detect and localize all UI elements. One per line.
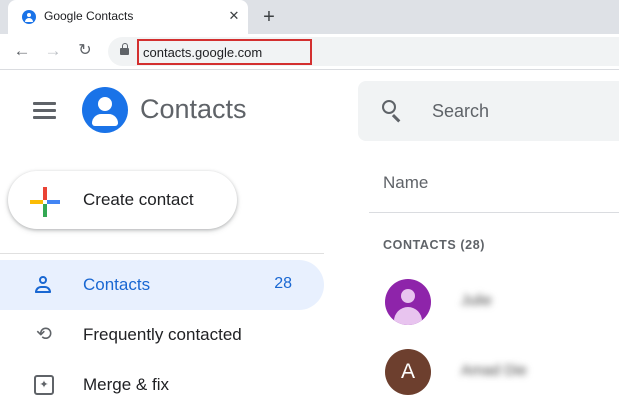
browser-toolbar: ← → ↻ contacts.google.com	[0, 34, 619, 70]
sidebar-item-label: Frequently contacted	[83, 325, 242, 344]
browser-tab[interactable]: Google Contacts ✕	[8, 0, 248, 34]
search-bar[interactable]	[358, 81, 619, 141]
browser-tab-strip: Google Contacts ✕ +	[0, 0, 619, 34]
avatar: A	[385, 349, 431, 395]
sidebar-item-label: Merge & fix	[83, 375, 169, 394]
create-contact-label: Create contact	[83, 190, 194, 209]
sidebar-item-contacts[interactable]: Contacts 28	[0, 260, 324, 310]
contacts-favicon-icon	[22, 10, 36, 24]
lock-icon[interactable]	[120, 43, 129, 55]
address-bar[interactable]: contacts.google.com	[108, 37, 619, 66]
search-input[interactable]	[432, 99, 612, 123]
reload-icon[interactable]: ↻	[73, 39, 97, 63]
merge-fix-icon	[34, 375, 54, 395]
tab-title: Google Contacts	[44, 9, 134, 23]
person-icon	[34, 275, 54, 295]
plus-icon	[30, 187, 60, 217]
back-arrow-icon[interactable]: ←	[10, 39, 34, 63]
contacts-logo-icon	[82, 87, 128, 133]
sidebar-divider	[0, 253, 324, 254]
sidebar-item-frequently-contacted[interactable]: ⟲ Frequently contacted	[0, 310, 324, 360]
avatar	[385, 279, 431, 325]
url-text[interactable]: contacts.google.com	[143, 45, 262, 60]
new-tab-button[interactable]: +	[257, 5, 281, 29]
app-title: Contacts	[140, 94, 247, 124]
search-icon[interactable]	[382, 100, 404, 122]
forward-arrow-icon[interactable]: →	[41, 39, 65, 63]
contact-name: Amad Die	[461, 362, 527, 379]
close-tab-icon[interactable]: ✕	[226, 7, 242, 25]
contacts-section-label: CONTACTS (28)	[383, 238, 486, 252]
sidebar-item-label: Contacts	[83, 275, 151, 294]
history-icon: ⟲	[36, 324, 52, 345]
create-contact-button[interactable]: Create contact	[8, 171, 237, 229]
list-header-divider	[369, 212, 619, 213]
contact-name: Julie	[461, 292, 492, 309]
contact-row[interactable]: A Amad Die	[369, 346, 619, 398]
sidebar-item-merge-fix[interactable]: Merge & fix	[0, 360, 324, 410]
main-menu-icon[interactable]	[33, 101, 56, 119]
contacts-count: 28	[274, 275, 292, 292]
name-column-header[interactable]: Name	[383, 173, 428, 193]
contact-row[interactable]: Julie	[369, 276, 619, 328]
url-highlight-box: contacts.google.com	[137, 39, 312, 65]
